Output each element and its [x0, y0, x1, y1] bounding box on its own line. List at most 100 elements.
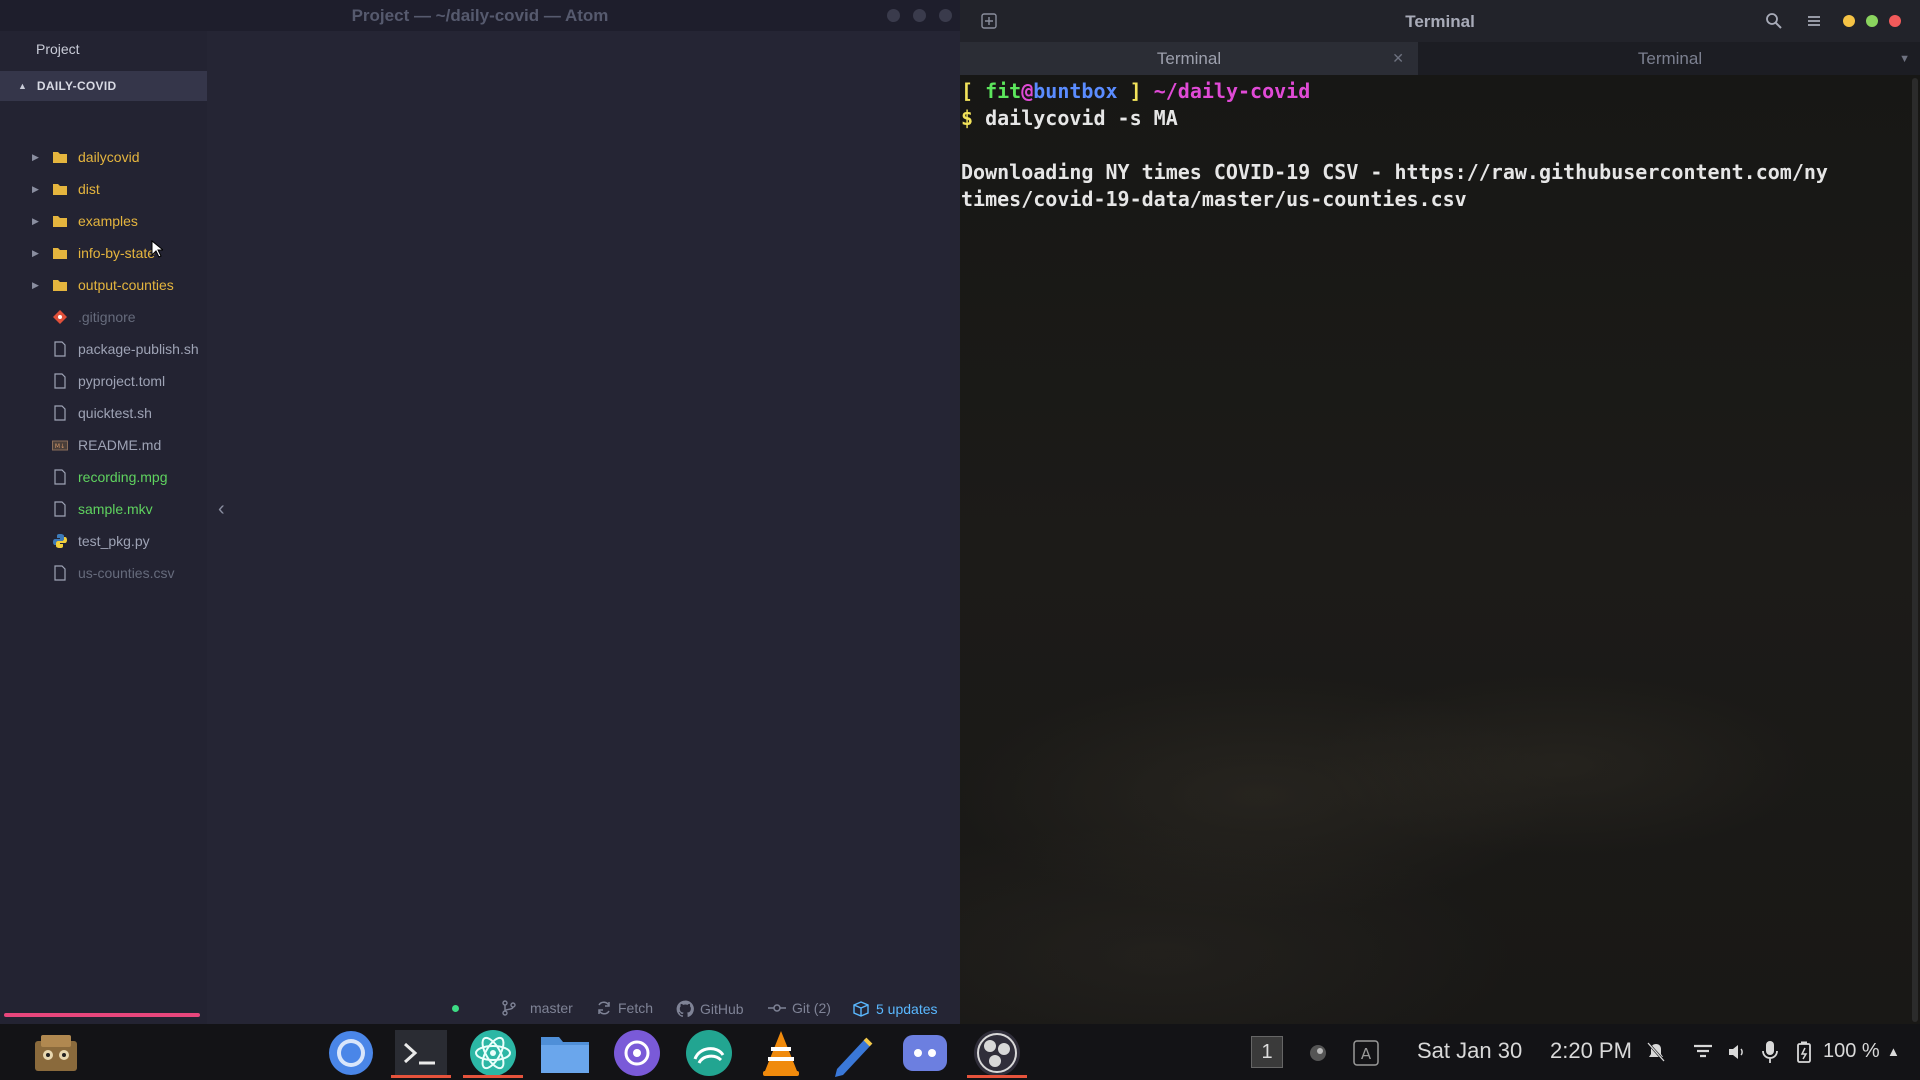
file-icon: [54, 501, 66, 517]
folder-icon: [53, 152, 67, 163]
collapsed-caret-icon[interactable]: ▶: [32, 216, 39, 227]
chromium-app[interactable]: [325, 1030, 377, 1076]
output-line: Downloading NY times COVID-19 CSV - http…: [961, 160, 1828, 184]
collapsed-caret-icon[interactable]: ▶: [32, 152, 39, 163]
camera-app-icon: [614, 1030, 660, 1076]
tree-item-dailycovid[interactable]: ▶ dailycovid: [0, 143, 207, 171]
minimize-button[interactable]: [887, 9, 900, 22]
sync-icon: [598, 1001, 610, 1015]
branch-icon: [502, 1000, 516, 1016]
project-tree-panel: Project ▲ DAILY-COVID ▶ dailycovid ▶ dis…: [0, 31, 207, 1024]
file-icon: [54, 341, 66, 357]
text-editor-app[interactable]: [827, 1030, 879, 1077]
folder-icon: [53, 280, 67, 291]
obs-app[interactable]: [967, 1030, 1027, 1078]
terminal-app[interactable]: [391, 1030, 451, 1078]
markdown-icon: M↓: [52, 440, 68, 451]
tree-item-label: pyproject.toml: [78, 373, 166, 389]
status-dot-icon: [452, 1005, 459, 1012]
svg-text:A: A: [1361, 1045, 1372, 1063]
audio-app-icon: [686, 1030, 732, 1076]
tree-item-label: quicktest.sh: [78, 405, 152, 421]
terminal-output[interactable]: [ fit@buntbox ] ~/daily-covid $ dailycovi…: [961, 78, 1901, 213]
file-icon: [54, 373, 66, 389]
battery-percent[interactable]: 100 %: [1823, 1040, 1880, 1063]
fetch-button[interactable]: Fetch: [596, 1000, 653, 1016]
atom-icon: [470, 1030, 516, 1076]
file-icon: [54, 565, 66, 581]
maximize-button[interactable]: [1866, 15, 1878, 27]
project-panel-header[interactable]: Project: [0, 31, 207, 67]
tray-menu-arrow-icon[interactable]: ▲: [1887, 1044, 1900, 1059]
discord-app[interactable]: [899, 1030, 951, 1076]
time-display[interactable]: 2:20 PM: [1550, 1038, 1632, 1064]
tree-item-info-by-state[interactable]: ▶ info-by-state: [0, 239, 207, 267]
camera-app[interactable]: [611, 1030, 663, 1076]
expanded-arrow-icon: ▲: [18, 81, 27, 91]
workspace-indicator[interactable]: 1: [1251, 1036, 1283, 1068]
close-tab-icon[interactable]: ✕: [1392, 50, 1404, 67]
maximize-button[interactable]: [913, 9, 926, 22]
collapse-panel-chevron-icon[interactable]: ‹: [218, 498, 225, 521]
tabs-dropdown-icon[interactable]: ▼: [1899, 53, 1910, 65]
network-icon[interactable]: [1693, 1044, 1713, 1060]
steam-icon[interactable]: [1309, 1044, 1327, 1062]
collapsed-caret-icon[interactable]: ▶: [32, 280, 39, 291]
close-button[interactable]: [939, 9, 952, 22]
tree-item-output-counties[interactable]: ▶ output-counties: [0, 271, 207, 299]
close-button[interactable]: [1889, 15, 1901, 27]
files-app[interactable]: [539, 1030, 591, 1076]
tree-item-dist[interactable]: ▶ dist: [0, 175, 207, 203]
terminal-scrollbar[interactable]: [1912, 78, 1918, 1022]
tree-item-sample[interactable]: sample.mkv: [0, 495, 207, 523]
tree-item-readme[interactable]: M↓ README.md: [0, 431, 207, 459]
tree-item-test-pkg[interactable]: test_pkg.py: [0, 527, 207, 555]
tree-item-label: package-publish.sh: [78, 341, 199, 357]
battery-icon[interactable]: [1797, 1041, 1811, 1063]
tree-item-label: info-by-state: [78, 245, 156, 261]
prompt-symbol: $: [961, 106, 974, 130]
keyboard-layout-icon[interactable]: A: [1353, 1040, 1379, 1066]
github-button[interactable]: GitHub: [676, 1000, 744, 1018]
tree-item-package-publish[interactable]: package-publish.sh: [0, 335, 207, 363]
updates-button[interactable]: 5 updates: [852, 1000, 938, 1018]
notifications-muted-icon[interactable]: [1647, 1042, 1665, 1062]
tab-terminal-2[interactable]: Terminal ▼: [1420, 42, 1920, 75]
files-manager-icon: [35, 1035, 77, 1071]
volume-icon[interactable]: [1727, 1043, 1747, 1061]
branch-status[interactable]: master: [502, 1000, 573, 1016]
vlc-app[interactable]: [755, 1030, 807, 1076]
collapsed-caret-icon[interactable]: ▶: [32, 184, 39, 195]
microphone-icon[interactable]: [1762, 1040, 1778, 1064]
tree-item-pyproject[interactable]: pyproject.toml: [0, 367, 207, 395]
terminal-window: Terminal Terminal ✕ Terminal ▼ [ fit@bun…: [960, 0, 1920, 1024]
git-label: Git (2): [792, 1000, 831, 1016]
tree-item-examples[interactable]: ▶ examples: [0, 207, 207, 235]
terminal-tab-bar: Terminal ✕ Terminal ▼: [960, 42, 1920, 75]
atom-app[interactable]: [463, 1030, 523, 1078]
hamburger-menu-icon[interactable]: [1805, 12, 1823, 30]
command-line: $ dailycovid -s MA: [961, 105, 1901, 132]
tree-item-label: recording.mpg: [78, 469, 168, 485]
vlc-icon: [763, 1031, 799, 1076]
tree-item-gitignore[interactable]: .gitignore: [0, 303, 207, 331]
prompt-line: [ fit@buntbox ] ~/daily-covid: [961, 78, 1901, 105]
date-display[interactable]: Sat Jan 30: [1417, 1038, 1522, 1064]
taskbar: 1 A Sat Jan 30 2:20 PM 100 % ▲: [0, 1024, 1920, 1080]
tree-item-us-counties[interactable]: us-counties.csv: [0, 559, 207, 587]
collapsed-caret-icon[interactable]: ▶: [32, 248, 39, 259]
files-manager-app[interactable]: [30, 1030, 82, 1076]
tree-item-quicktest[interactable]: quicktest.sh: [0, 399, 207, 427]
minimize-button[interactable]: [1843, 15, 1855, 27]
search-icon[interactable]: [1765, 12, 1783, 30]
window-title: Project — ~/daily-covid — Atom: [351, 5, 609, 25]
project-root[interactable]: ▲ DAILY-COVID: [0, 71, 207, 101]
audio-app[interactable]: [683, 1030, 735, 1076]
tab-terminal-1[interactable]: Terminal ✕: [960, 42, 1418, 75]
git-panel-button[interactable]: Git (2): [768, 1000, 831, 1016]
file-icon: [54, 405, 66, 421]
tree-item-label: dist: [78, 181, 100, 197]
tree-item-label: dailycovid: [78, 149, 140, 165]
tree-item-recording[interactable]: recording.mpg: [0, 463, 207, 491]
tab-label: Terminal: [1156, 48, 1222, 68]
